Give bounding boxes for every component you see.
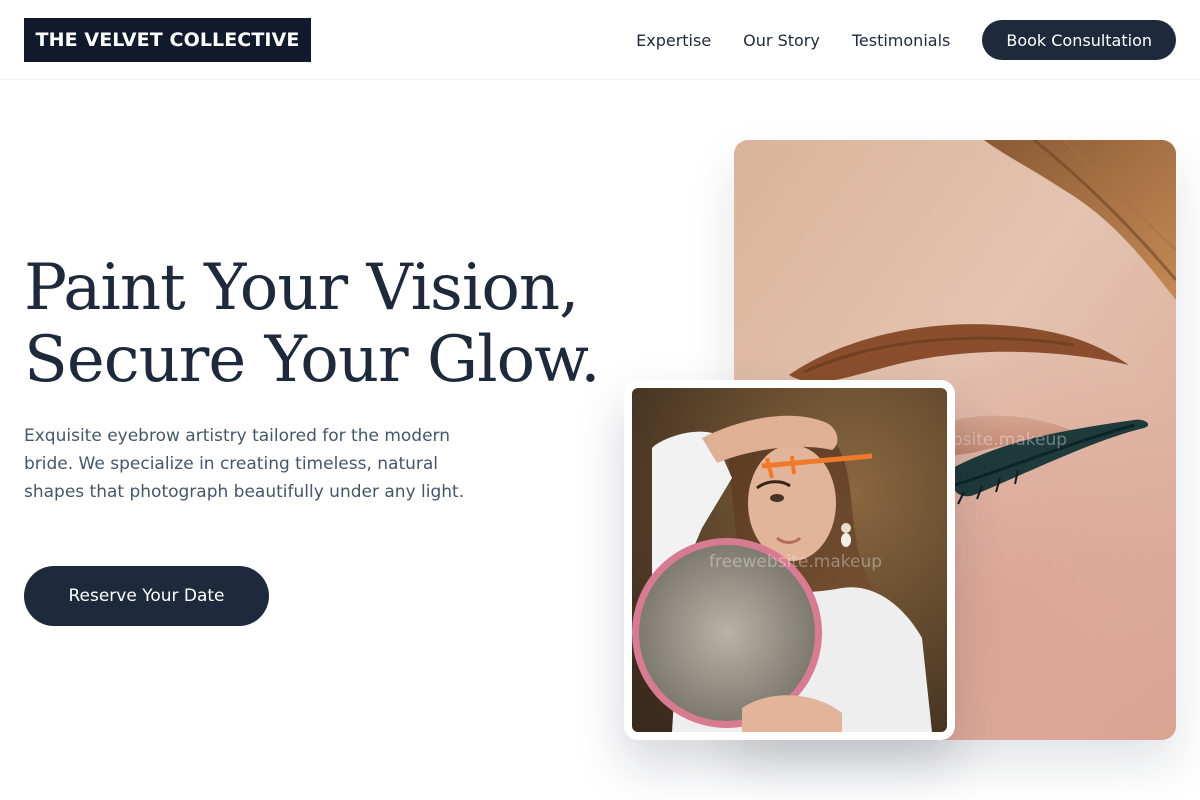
site-header: THE VELVET COLLECTIVE Expertise Our Stor… [0,0,1200,80]
bride-mirror-image: freewebsite.makeup [624,380,955,740]
hero-description: Exquisite eyebrow artistry tailored for … [24,426,465,502]
hero-headline-line-2: Secure Your Glow. [24,323,601,397]
nav-link-testimonials[interactable]: Testimonials [852,31,951,50]
hero-headline: Paint Your Vision, Secure Your Glow. [24,252,624,396]
reserve-date-button[interactable]: Reserve Your Date [24,566,269,626]
book-consultation-button[interactable]: Book Consultation [982,20,1176,60]
hero-headline-line-1: Paint Your Vision, [24,251,579,325]
nav-link-expertise[interactable]: Expertise [636,31,711,50]
nav-link-our-story[interactable]: Our Story [743,31,820,50]
main-nav: Expertise Our Story Testimonials Book Co… [636,0,1176,80]
brand-logo[interactable]: THE VELVET COLLECTIVE [24,18,311,62]
watermark-inset: freewebsite.makeup [709,552,883,572]
